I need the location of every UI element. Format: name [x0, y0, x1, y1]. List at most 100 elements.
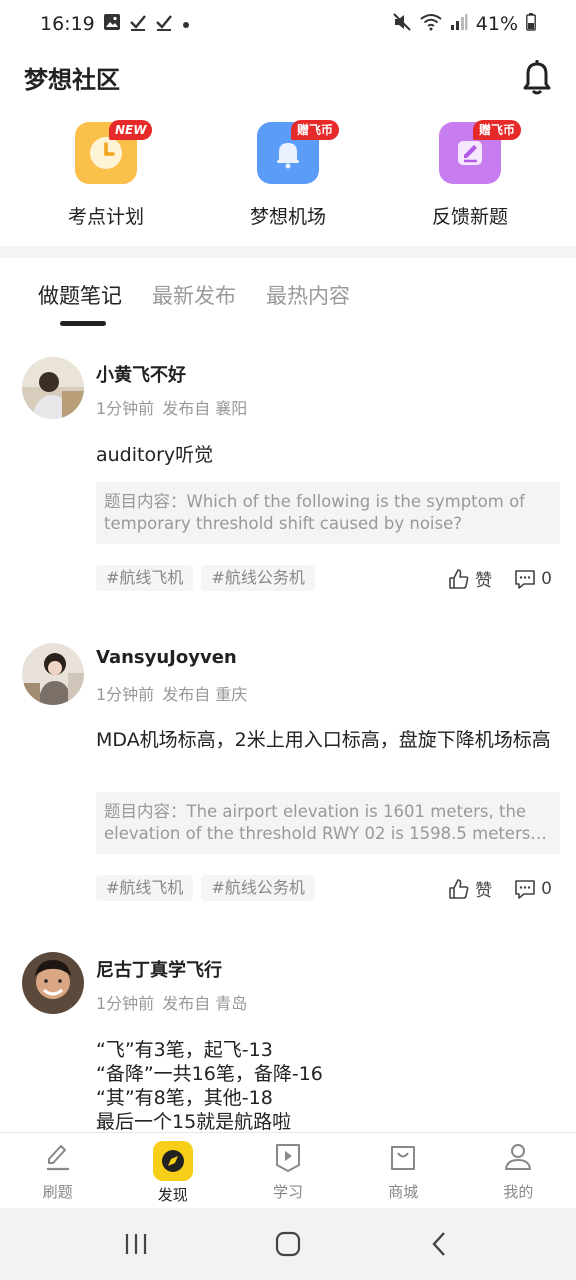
feature-tiles: NEW 考点计划 赠飞币 梦想机场 赠飞币 反馈新题	[0, 118, 576, 238]
mute-icon	[392, 12, 412, 37]
tile-exam-plan[interactable]: NEW 考点计划	[36, 118, 176, 228]
quote-line: temporary threshold shift caused by nois…	[104, 514, 463, 533]
edit-note-icon: 赠飞币	[439, 120, 522, 184]
tile-label: 考点计划	[67, 206, 144, 228]
recent-apps-button[interactable]	[116, 1224, 156, 1264]
check-icon	[129, 13, 147, 35]
battery-icon	[526, 12, 536, 36]
nav-label: 刷题	[42, 1183, 73, 1201]
header: 梦想社区	[0, 58, 576, 100]
author-name[interactable]: 尼古丁真学飞行	[96, 956, 222, 982]
check-icon	[155, 13, 173, 35]
quote-line: 题目内容：The airport elevation is 1601 meter…	[104, 802, 527, 821]
tag-list: #航线飞机 #航线公务机	[96, 875, 315, 901]
quote-line: 题目内容：Which of the following is the sympt…	[104, 492, 525, 511]
section-divider	[0, 246, 576, 258]
content-tabs: 做题笔记 最新发布 最热内容	[38, 280, 350, 330]
home-button[interactable]	[268, 1224, 308, 1264]
like-label: 赞	[475, 881, 493, 901]
bottom-nav: 刷题 发现 学习 商城 我的	[0, 1132, 576, 1208]
thumbs-up-icon	[449, 878, 469, 899]
signal-icon	[450, 13, 468, 36]
post-meta: 1分钟前 发布自 襄阳	[96, 395, 247, 419]
comment-button[interactable]: 0	[514, 878, 552, 900]
post-time: 1分钟前	[96, 399, 155, 418]
nav-label: 商城	[388, 1183, 419, 1201]
post-actions: 赞 0	[448, 876, 552, 901]
like-button[interactable]: 赞	[448, 566, 492, 591]
bell-icon[interactable]	[520, 58, 554, 96]
play-icon	[276, 1144, 300, 1172]
post-time: 1分钟前	[96, 994, 155, 1013]
person-icon	[505, 1144, 532, 1170]
post-location: 发布自 青岛	[162, 994, 248, 1013]
coin-badge: 赠飞币	[473, 120, 522, 140]
nav-label: 发现	[157, 1186, 188, 1204]
avatar[interactable]	[22, 357, 84, 419]
nav-mine[interactable]: 我的	[461, 1133, 576, 1208]
nav-practice[interactable]: 刷题	[0, 1133, 115, 1208]
comment-count: 0	[541, 568, 552, 589]
tag[interactable]: #航线公务机	[201, 565, 315, 591]
page-title: 梦想社区	[24, 66, 120, 94]
like-button[interactable]: 赞	[448, 876, 492, 901]
system-nav-bar	[0, 1208, 576, 1280]
wifi-icon	[420, 13, 442, 36]
post-card[interactable]: 尼古丁真学飞行 1分钟前 发布自 青岛 “飞”有3笔，起飞-13 “备降”一共16…	[0, 950, 576, 1132]
home-icon	[275, 1231, 301, 1257]
status-bar: 16:19 41%	[0, 0, 576, 48]
avatar[interactable]	[22, 952, 84, 1014]
nav-shop[interactable]: 商城	[346, 1133, 461, 1208]
tab-latest[interactable]: 最新发布	[152, 280, 236, 328]
nav-label: 学习	[273, 1183, 304, 1201]
question-quote[interactable]: 题目内容：The airport elevation is 1601 meter…	[96, 792, 560, 854]
status-right: 41%	[392, 12, 536, 37]
thumbs-up-icon	[449, 568, 469, 589]
new-badge: NEW	[109, 120, 153, 140]
comment-icon	[515, 569, 535, 589]
back-icon	[432, 1232, 445, 1256]
avatar[interactable]	[22, 643, 84, 705]
author-name[interactable]: VansyuJoyven	[96, 647, 237, 668]
tile-dream-airport[interactable]: 赠飞币 梦想机场	[218, 118, 358, 228]
battery-level: 41%	[475, 13, 518, 35]
tile-label: 梦想机场	[249, 206, 326, 228]
tag[interactable]: #航线飞机	[96, 875, 194, 901]
tag[interactable]: #航线飞机	[96, 565, 194, 591]
tab-hottest[interactable]: 最热内容	[266, 280, 350, 328]
post-location: 发布自 襄阳	[162, 399, 248, 418]
tab-study-notes[interactable]: 做题笔记	[38, 280, 122, 328]
post-content: auditory听觉	[96, 444, 214, 466]
back-button[interactable]	[420, 1224, 460, 1264]
dot-icon	[181, 13, 191, 35]
post-content: MDA机场标高，2米上用入口标高，盘旋下降机场标高	[96, 729, 551, 751]
nav-discover[interactable]: 发现	[115, 1133, 230, 1208]
tag[interactable]: #航线公务机	[201, 875, 315, 901]
tile-label: 反馈新题	[431, 206, 508, 228]
status-left: 16:19	[40, 13, 191, 35]
recent-apps-icon	[125, 1234, 147, 1254]
quote-line: elevation of the threshold RWY 02 is 159…	[104, 824, 552, 843]
clock: 16:19	[40, 13, 95, 35]
post-actions: 赞 0	[448, 566, 552, 591]
tag-list: #航线飞机 #航线公务机	[96, 565, 315, 591]
comment-icon	[515, 879, 535, 899]
comment-count: 0	[541, 878, 552, 899]
post-card[interactable]: VansyuJoyven 1分钟前 发布自 重庆 MDA机场标高，2米上用入口标高…	[0, 638, 576, 950]
gallery-icon	[103, 13, 121, 35]
nav-label: 我的	[503, 1183, 534, 1201]
coin-badge: 赠飞币	[291, 120, 340, 140]
nav-study[interactable]: 学习	[230, 1133, 345, 1208]
author-name[interactable]: 小黄飞不好	[96, 361, 186, 387]
post-content: “飞”有3笔，起飞-13 “备降”一共16笔，备降-16 “其”有8笔，其他-1…	[96, 1039, 323, 1132]
like-label: 赞	[475, 571, 493, 591]
question-quote[interactable]: 题目内容：Which of the following is the sympt…	[96, 482, 560, 544]
clock-icon: NEW	[75, 120, 153, 184]
pencil-icon	[46, 1145, 69, 1171]
post-time: 1分钟前	[96, 685, 155, 704]
post-meta: 1分钟前 发布自 青岛	[96, 990, 247, 1014]
bell-tile-icon: 赠飞币	[257, 120, 340, 184]
tile-feedback-question[interactable]: 赠飞币 反馈新题	[400, 118, 540, 228]
post-card[interactable]: 小黄飞不好 1分钟前 发布自 襄阳 auditory听觉 题目内容：Which o…	[0, 348, 576, 638]
comment-button[interactable]: 0	[514, 568, 552, 590]
